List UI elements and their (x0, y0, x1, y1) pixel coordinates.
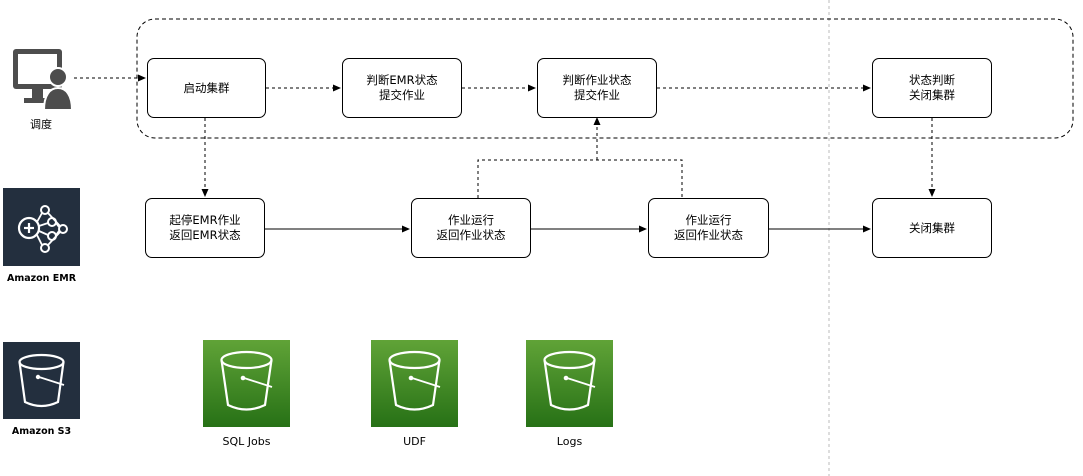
emr-cluster-icon (3, 188, 80, 266)
node-line: 关闭集群 (909, 88, 955, 102)
scheduler-user-icon (13, 49, 74, 111)
node-line: 判断EMR状态 (366, 73, 438, 87)
node-line: 状态判断 (909, 73, 955, 87)
bucket-label-udf: UDF (403, 435, 426, 448)
edge-job-status-feedback (477, 159, 683, 198)
node-line: 返回作业状态 (674, 228, 743, 242)
node-start-stop-emr[interactable]: 起停EMR作业 返回EMR状态 (145, 198, 265, 258)
s3-label: Amazon S3 (11, 426, 72, 437)
bucket-label-sql-jobs: SQL Jobs (222, 435, 271, 448)
emr-label: Amazon EMR (6, 273, 77, 284)
bucket-tile-logs (526, 340, 613, 427)
scheduler-label: 调度 (30, 118, 52, 131)
node-line: 作业运行 (685, 213, 732, 227)
node-job-run-2[interactable]: 作业运行 返回作业状态 (648, 198, 769, 258)
node-line: 关闭集群 (909, 220, 955, 235)
node-line: 提交作业 (574, 88, 620, 102)
node-line: 返回作业状态 (436, 228, 506, 242)
bucket-label-logs: Logs (556, 435, 583, 448)
s3-service-icon (3, 342, 80, 419)
node-job-run-1[interactable]: 作业运行 返回作业状态 (411, 198, 531, 258)
node-line: 返回EMR状态 (169, 228, 241, 242)
node-line: 起停EMR作业 (169, 213, 241, 227)
node-check-job-submit[interactable]: 判断作业状态 提交作业 (537, 58, 657, 118)
node-check-state-close[interactable]: 状态判断 关闭集群 (872, 58, 992, 118)
bucket-tile-sql-jobs (203, 340, 290, 427)
node-line: 启动集群 (183, 80, 230, 95)
node-close-cluster[interactable]: 关闭集群 (872, 198, 992, 258)
node-start-cluster[interactable]: 启动集群 (147, 58, 266, 118)
node-line: 提交作业 (379, 88, 425, 102)
node-line: 作业运行 (448, 213, 494, 227)
node-check-emr-submit[interactable]: 判断EMR状态 提交作业 (342, 58, 462, 118)
node-line: 判断作业状态 (562, 73, 632, 87)
bucket-tile-udf (371, 340, 458, 427)
